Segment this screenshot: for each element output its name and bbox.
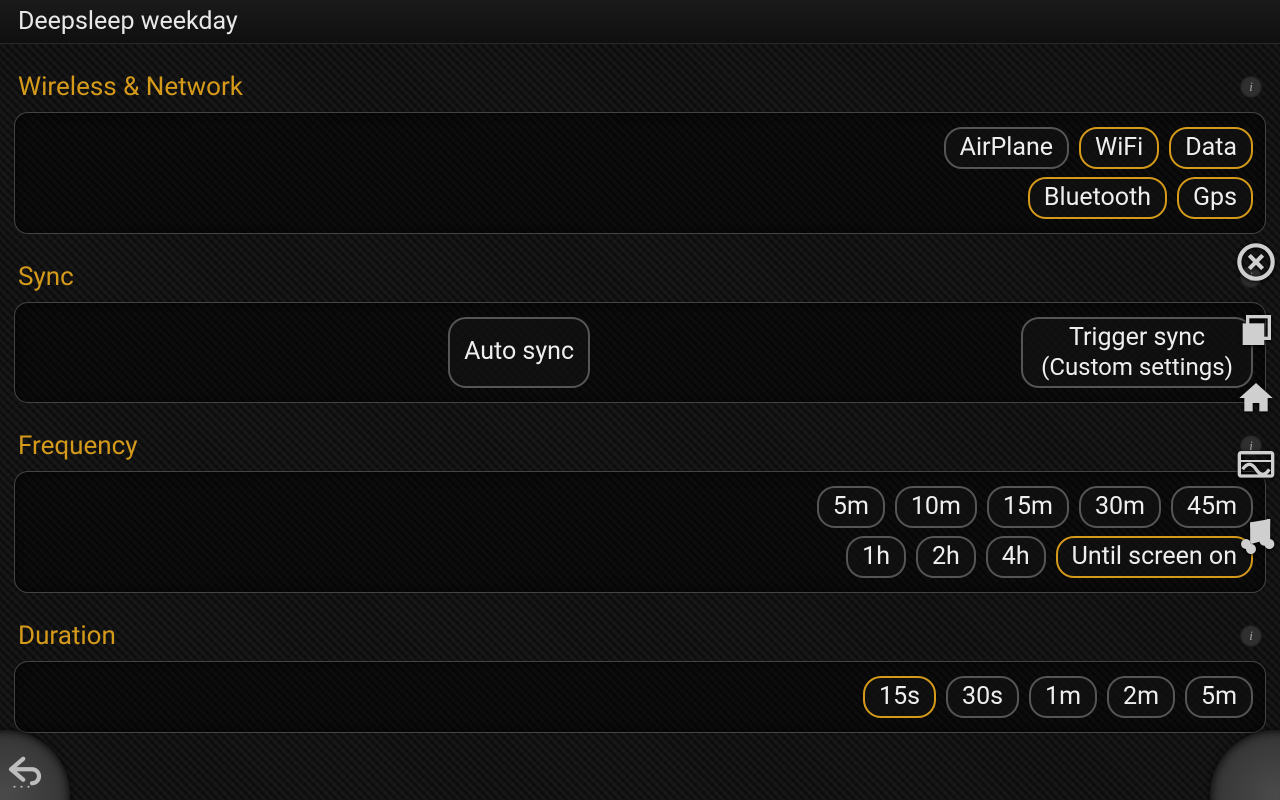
section-label-duration: Duration [18, 621, 116, 651]
home-icon[interactable] [1234, 376, 1278, 420]
chip-dur-5m[interactable]: 5m [1185, 676, 1253, 718]
section-label-frequency: Frequency [18, 431, 138, 461]
section-header-sync: Sync i [14, 254, 1266, 302]
panel-wireless: AirPlane WiFi Data Bluetooth Gps [14, 112, 1266, 234]
chip-dur-2m[interactable]: 2m [1107, 676, 1175, 718]
chip-freq-10m[interactable]: 10m [895, 486, 977, 528]
window-icon[interactable] [1234, 308, 1278, 352]
section-header-wireless: Wireless & Network i [14, 64, 1266, 112]
chip-trigger-sync-line1: Trigger sync [1069, 323, 1205, 353]
chip-bluetooth[interactable]: Bluetooth [1028, 177, 1167, 219]
section-header-frequency: Frequency i [14, 423, 1266, 471]
chip-freq-2h[interactable]: 2h [916, 536, 976, 578]
section-header-duration: Duration i [14, 613, 1266, 661]
chip-dur-1m[interactable]: 1m [1029, 676, 1097, 718]
panel-sync: Auto sync Trigger sync (Custom settings) [14, 302, 1266, 403]
chip-auto-sync[interactable]: Auto sync [448, 317, 590, 388]
section-label-wireless: Wireless & Network [18, 72, 243, 102]
chip-trigger-sync-line2: (Custom settings) [1041, 353, 1233, 382]
page-title: Deepsleep weekday [18, 7, 238, 36]
chip-freq-30m[interactable]: 30m [1079, 486, 1161, 528]
chip-freq-until[interactable]: Until screen on [1056, 536, 1253, 578]
side-toolbar [1234, 240, 1278, 556]
chip-dur-15s[interactable]: 15s [863, 676, 936, 718]
chip-trigger-sync[interactable]: Trigger sync (Custom settings) [1021, 317, 1253, 388]
chip-gps[interactable]: Gps [1177, 177, 1253, 219]
chip-dur-30s[interactable]: 30s [946, 676, 1019, 718]
skip-next-icon [1276, 750, 1280, 792]
chip-wifi[interactable]: WiFi [1079, 127, 1159, 169]
map-icon[interactable] [1234, 444, 1278, 488]
chip-freq-15m[interactable]: 15m [987, 486, 1069, 528]
info-icon[interactable]: i [1240, 76, 1262, 98]
content: Wireless & Network i AirPlane WiFi Data … [0, 44, 1280, 800]
close-icon[interactable] [1234, 240, 1278, 284]
back-icon [4, 750, 46, 792]
chip-freq-5m[interactable]: 5m [817, 486, 885, 528]
chip-freq-1h[interactable]: 1h [846, 536, 906, 578]
panel-duration: 15s 30s 1m 2m 5m [14, 661, 1266, 733]
chip-data[interactable]: Data [1169, 127, 1253, 169]
panel-frequency: 5m 10m 15m 30m 45m 1h 2h 4h Until screen… [14, 471, 1266, 593]
music-icon[interactable] [1234, 512, 1278, 556]
chip-freq-4h[interactable]: 4h [986, 536, 1046, 578]
titlebar: Deepsleep weekday [0, 0, 1280, 44]
info-icon[interactable]: i [1240, 625, 1262, 647]
chip-airplane[interactable]: AirPlane [944, 127, 1069, 169]
section-label-sync: Sync [18, 262, 74, 292]
